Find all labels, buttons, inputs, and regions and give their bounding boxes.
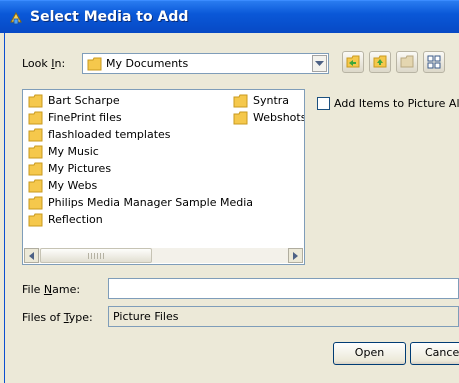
look-in-value: My Documents (106, 57, 189, 70)
add-items-checkbox[interactable] (317, 97, 330, 110)
open-button[interactable]: Open (333, 342, 406, 365)
new-folder-button[interactable] (396, 51, 418, 73)
look-in-label: Look In: (22, 57, 66, 70)
chevron-down-icon (315, 61, 324, 66)
folder-icon (28, 196, 43, 210)
file-name-label: File Name: (22, 283, 81, 296)
up-folder-button[interactable] (369, 51, 391, 73)
folder-icon (28, 128, 43, 142)
horizontal-scrollbar[interactable] (24, 248, 303, 263)
new-folder-icon (400, 55, 414, 68)
file-list[interactable]: Bart Scharpe FinePrint files flashloaded… (22, 89, 305, 265)
media-app-icon (10, 11, 22, 25)
folder-icon (28, 111, 43, 125)
look-in-dropdown[interactable]: My Documents (82, 53, 329, 74)
folder-icon (28, 162, 43, 176)
view-menu-icon (427, 55, 441, 69)
folder-icon (233, 111, 248, 125)
window-title: Select Media to Add (30, 9, 189, 25)
scroll-thumb[interactable] (40, 248, 152, 263)
up-folder-icon (373, 55, 387, 68)
look-in-dropdown-button[interactable] (312, 55, 327, 72)
scroll-right-button[interactable] (288, 248, 303, 263)
add-items-label: Add Items to Picture Albu (334, 97, 459, 110)
view-menu-button[interactable] (423, 51, 445, 73)
folder-icon (87, 57, 102, 71)
back-icon (346, 55, 360, 68)
folder-icon (28, 179, 43, 193)
file-type-dropdown[interactable]: Picture Files (108, 306, 459, 327)
arrow-right-icon (293, 252, 298, 260)
title-bar[interactable]: Select Media to Add (0, 0, 459, 33)
arrow-left-icon (29, 252, 34, 260)
folder-icon (28, 145, 43, 159)
cancel-button[interactable]: Cancel (410, 342, 459, 365)
back-button[interactable] (342, 51, 364, 73)
folder-icon (28, 94, 43, 108)
folder-icon (28, 213, 43, 227)
file-type-label: Files of Type: (22, 311, 93, 324)
folder-icon (233, 94, 248, 108)
file-type-value: Picture Files (113, 310, 179, 323)
scroll-left-button[interactable] (24, 248, 39, 263)
file-name-input[interactable] (108, 278, 459, 299)
